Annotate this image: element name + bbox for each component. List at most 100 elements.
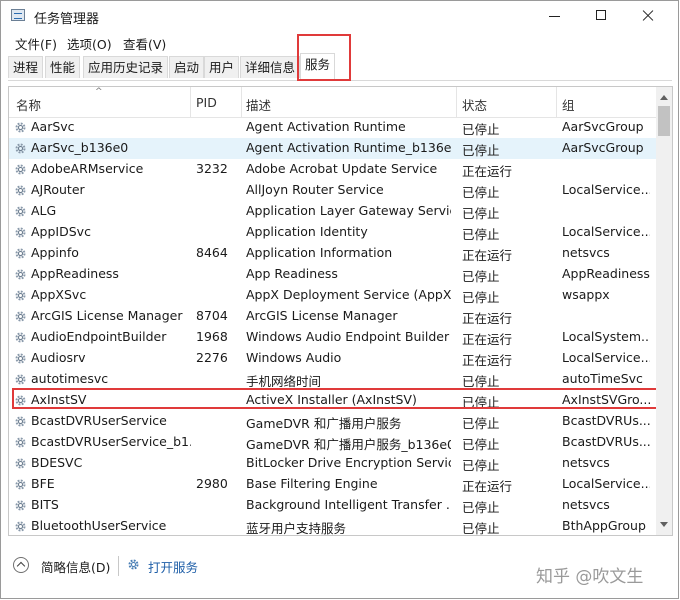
service-row[interactable]: Appinfo 8464 Application Information 正在运行 ne… — [9, 243, 656, 264]
service-status: 已停止 — [462, 437, 500, 452]
tab-startup[interactable]: 启动 — [169, 56, 205, 78]
service-group: LocalService... — [562, 476, 650, 491]
column-description[interactable]: 描述 — [246, 95, 271, 114]
service-row[interactable]: BDESVC BitLocker Drive Encryption Service… — [9, 453, 656, 474]
service-name: AppReadiness — [31, 266, 119, 281]
close-button[interactable] — [625, 1, 671, 31]
service-name: AarSvc — [31, 119, 75, 134]
footer-divider — [118, 556, 119, 576]
menu-options[interactable]: 选项(O) — [67, 34, 112, 53]
service-pid: 8464 — [196, 245, 228, 260]
column-group[interactable]: 组 — [562, 95, 575, 114]
service-description: Base Filtering Engine — [246, 476, 378, 491]
service-row[interactable]: AarSvc Agent Activation Runtime 已停止 AarSvcG… — [9, 117, 656, 138]
service-row[interactable]: BcastDVRUserService_b1... GameDVR 和广播用户服务… — [9, 432, 656, 453]
service-row[interactable]: AarSvc_b136e0 Agent Activation Runtime_b1… — [9, 138, 656, 159]
service-description: Application Information — [246, 245, 393, 260]
minimize-button[interactable] — [532, 1, 578, 31]
menu-file[interactable]: 文件(F) — [15, 34, 57, 53]
tab-processes[interactable]: 进程 — [8, 56, 44, 78]
service-row[interactable]: BFE 2980 Base Filtering Engine 正在运行 LocalSer… — [9, 474, 656, 495]
service-row[interactable]: AppReadiness App Readiness 已停止 AppReadiness — [9, 264, 656, 285]
column-divider[interactable] — [241, 87, 242, 117]
list-header: ^ 名称 PID 描述 状态 组 — [9, 87, 656, 118]
scroll-up-icon[interactable] — [660, 95, 668, 100]
service-description: BitLocker Drive Encryption Service — [246, 455, 451, 470]
title-bar[interactable]: 任务管理器 — [1, 1, 678, 31]
service-pid: 2980 — [196, 476, 228, 491]
gear-icon — [15, 416, 26, 427]
gear-icon — [15, 227, 26, 238]
menu-view[interactable]: 查看(V) — [123, 34, 166, 53]
service-status: 正在运行 — [462, 164, 513, 179]
maximize-button[interactable] — [578, 1, 624, 31]
column-status[interactable]: 状态 — [462, 95, 487, 114]
service-name: AJRouter — [31, 182, 85, 197]
tab-users[interactable]: 用户 — [204, 56, 240, 78]
service-name: AdobeARMservice — [31, 161, 144, 176]
scroll-down-icon[interactable] — [660, 522, 668, 527]
service-group: BthAppGroup — [562, 518, 646, 533]
column-divider[interactable] — [190, 87, 191, 117]
service-group: BcastDVRUs... — [562, 413, 650, 428]
vertical-scrollbar[interactable] — [656, 87, 672, 535]
tab-app-history[interactable]: 应用历史记录 — [83, 56, 169, 78]
gear-icon — [15, 269, 26, 280]
service-status: 已停止 — [462, 521, 500, 536]
service-row[interactable]: AppIDSvc Application Identity 已停止 LocalServ… — [9, 222, 656, 243]
gear-icon — [15, 311, 26, 322]
service-name: BcastDVRUserService — [31, 413, 167, 428]
service-row[interactable]: ALG Application Layer Gateway Service 已停止 — [9, 201, 656, 222]
service-status: 已停止 — [462, 500, 500, 515]
service-description: Windows Audio Endpoint Builder — [246, 329, 450, 344]
task-manager-icon — [11, 9, 25, 21]
scroll-thumb[interactable] — [658, 106, 670, 136]
fewer-details-label: 简略信息(D) — [41, 560, 111, 575]
service-row[interactable]: BcastDVRUserService GameDVR 和广播用户服务 已停止 Bca… — [9, 411, 656, 432]
service-name: BluetoothUserService — [31, 518, 167, 533]
tab-performance[interactable]: 性能 — [45, 56, 81, 78]
column-divider[interactable] — [556, 87, 557, 117]
service-name: BcastDVRUserService_b1... — [31, 434, 191, 449]
service-row[interactable]: AppXSvc AppX Deployment Service (AppX... 已… — [9, 285, 656, 306]
service-group: AppReadiness — [562, 266, 650, 281]
service-row[interactable]: AudioEndpointBuilder 1968 Windows Audio En… — [9, 327, 656, 348]
service-description: Background Intelligent Transfer ... — [246, 497, 451, 512]
service-status: 已停止 — [462, 269, 500, 284]
service-status: 已停止 — [462, 122, 500, 137]
service-description: Application Layer Gateway Service — [246, 203, 451, 218]
service-name: BDESVC — [31, 455, 83, 470]
service-group: netsvcs — [562, 245, 610, 260]
gear-icon — [15, 185, 26, 196]
watermark-text: 知乎 @吹文生 — [536, 567, 644, 587]
service-group: wsappx — [562, 287, 610, 302]
service-name: BFE — [31, 476, 55, 491]
service-row[interactable]: BluetoothUserService 蓝牙用户支持服务 已停止 BthAppGro… — [9, 516, 656, 536]
column-divider[interactable] — [456, 87, 457, 117]
service-row[interactable]: autotimesvc 手机网络时间 已停止 autoTimeSvc — [9, 369, 656, 390]
service-row[interactable]: AJRouter AllJoyn Router Service 已停止 LocalSe… — [9, 180, 656, 201]
column-pid[interactable]: PID — [196, 95, 217, 110]
service-description: App Readiness — [246, 266, 338, 281]
service-group: LocalSystem... — [562, 329, 650, 344]
service-status: 已停止 — [462, 143, 500, 158]
service-row[interactable]: ArcGIS License Manager 8704 ArcGIS License… — [9, 306, 656, 327]
gear-icon — [15, 437, 26, 448]
gear-icon — [15, 374, 26, 385]
column-name[interactable]: 名称 — [16, 95, 41, 114]
service-status: 正在运行 — [462, 353, 513, 368]
service-status: 已停止 — [462, 416, 500, 431]
service-description: Agent Activation Runtime_b136e0 — [246, 140, 451, 155]
service-group: LocalService... — [562, 224, 650, 239]
open-services-label: 打开服务 — [148, 560, 199, 575]
gear-icon — [15, 143, 26, 154]
gear-icon — [15, 332, 26, 343]
tab-details[interactable]: 详细信息 — [240, 56, 301, 78]
service-row[interactable]: Audiosrv 2276 Windows Audio 正在运行 LocalServic… — [9, 348, 656, 369]
service-group: autoTimeSvc — [562, 371, 643, 386]
service-row[interactable]: BITS Background Intelligent Transfer ... 已… — [9, 495, 656, 516]
service-description: GameDVR 和广播用户服务_b136e0 — [246, 437, 451, 452]
service-row[interactable]: AdobeARMservice 3232 Adobe Acrobat Update … — [9, 159, 656, 180]
service-group: LocalService... — [562, 350, 650, 365]
service-status: 已停止 — [462, 185, 500, 200]
